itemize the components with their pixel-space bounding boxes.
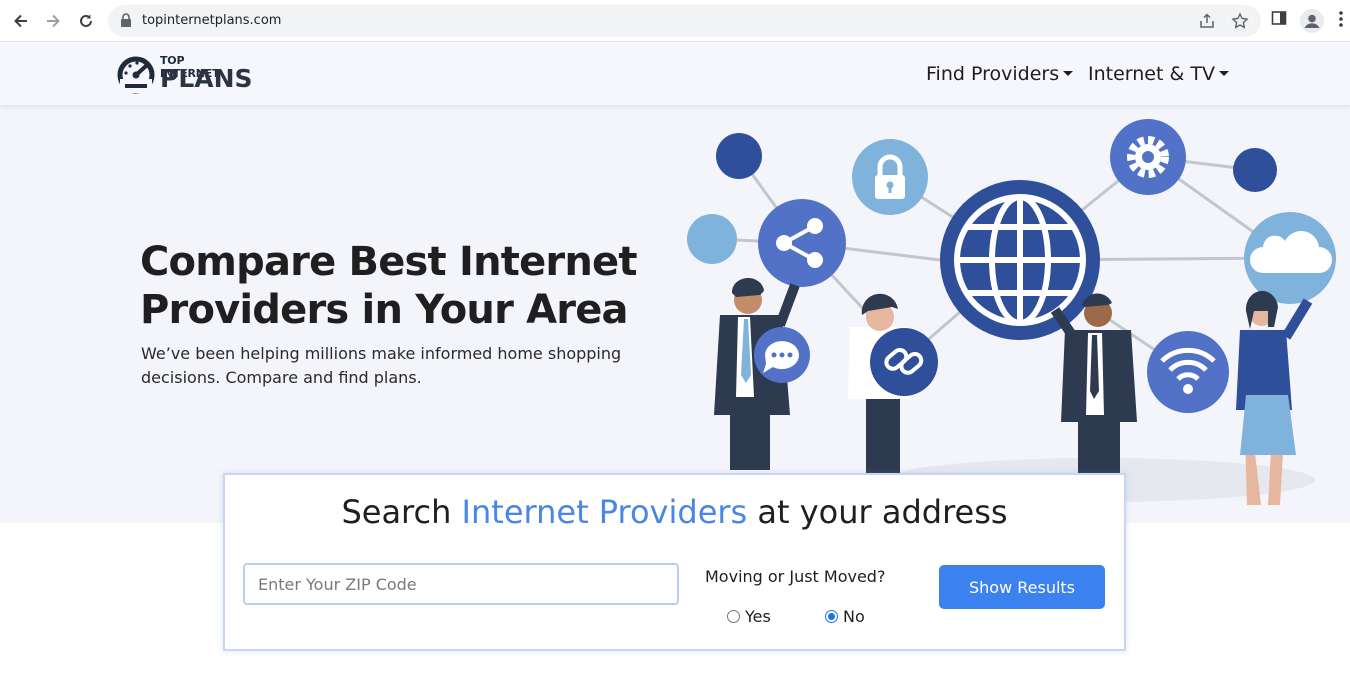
- logo-main-text: PLANS: [160, 64, 253, 93]
- nav-find-providers-label: Find Providers: [926, 63, 1060, 85]
- wifi-icon: [1147, 331, 1229, 413]
- gear-icon: [1110, 119, 1186, 195]
- zip-code-input[interactable]: [243, 563, 679, 605]
- radio-yes-label: Yes: [745, 607, 771, 626]
- person-figure: [1050, 293, 1137, 475]
- back-icon[interactable]: [10, 10, 32, 32]
- url-text: topinternetplans.com: [142, 13, 282, 28]
- hero-title-line1: Compare Best Internet: [140, 239, 637, 285]
- search-card: Search Internet Providers at your addres…: [223, 473, 1126, 651]
- network-node-dot: [687, 214, 737, 264]
- search-heading-pre: Search: [341, 493, 462, 531]
- globe-icon: [940, 180, 1100, 340]
- lock-icon: [852, 139, 928, 215]
- network-node-dot: [1233, 148, 1277, 192]
- address-bar[interactable]: topinternetplans.com: [108, 5, 1261, 37]
- radio-yes[interactable]: Yes: [727, 607, 771, 626]
- nav-internet-tv-label: Internet & TV: [1088, 63, 1215, 85]
- search-heading-post: at your address: [747, 493, 1008, 531]
- nav-internet-tv[interactable]: Internet & TV: [1088, 63, 1229, 85]
- lock-icon: [120, 13, 132, 32]
- menu-kebab-icon[interactable]: [1338, 10, 1344, 33]
- side-panel-icon[interactable]: [1271, 10, 1287, 31]
- forward-icon[interactable]: [42, 10, 64, 32]
- share-icon: [758, 199, 846, 287]
- hero-title-line2: Providers in Your Area: [140, 287, 629, 333]
- reload-icon[interactable]: [75, 10, 97, 32]
- network-illustration: [687, 119, 1336, 505]
- radio-no-circle[interactable]: [825, 610, 838, 623]
- bookmark-star-icon[interactable]: [1231, 12, 1249, 30]
- profile-avatar-icon[interactable]: [1300, 9, 1324, 38]
- link-chain-icon: [870, 328, 938, 396]
- site-header: TOP INTERNET PLANS Find Providers Intern…: [0, 43, 1350, 105]
- radio-no-label: No: [843, 607, 865, 626]
- share-icon[interactable]: [1198, 12, 1216, 30]
- search-heading-accent: Internet Providers: [461, 493, 748, 531]
- cloud-icon: [1244, 212, 1336, 304]
- radio-yes-circle[interactable]: [727, 610, 740, 623]
- browser-toolbar: topinternetplans.com: [0, 0, 1350, 42]
- hero-section: Compare Best Internet Providers in Your …: [0, 105, 1350, 523]
- nav-find-providers[interactable]: Find Providers: [926, 63, 1074, 85]
- network-node-dot: [716, 133, 762, 179]
- show-results-button[interactable]: Show Results: [939, 565, 1105, 609]
- radio-no[interactable]: No: [825, 607, 865, 626]
- hero-subtitle: We’ve been helping millions make informe…: [141, 344, 622, 387]
- search-heading: Search Internet Providers at your addres…: [225, 493, 1124, 531]
- caret-down-icon: [1218, 70, 1229, 76]
- moving-label: Moving or Just Moved?: [705, 567, 886, 586]
- chat-bubble-icon: [754, 327, 810, 383]
- caret-down-icon: [1063, 70, 1074, 76]
- speedometer-icon: [117, 56, 155, 94]
- hero-title: Compare Best Internet Providers in Your …: [140, 238, 660, 334]
- site-logo[interactable]: TOP INTERNET PLANS: [116, 53, 253, 95]
